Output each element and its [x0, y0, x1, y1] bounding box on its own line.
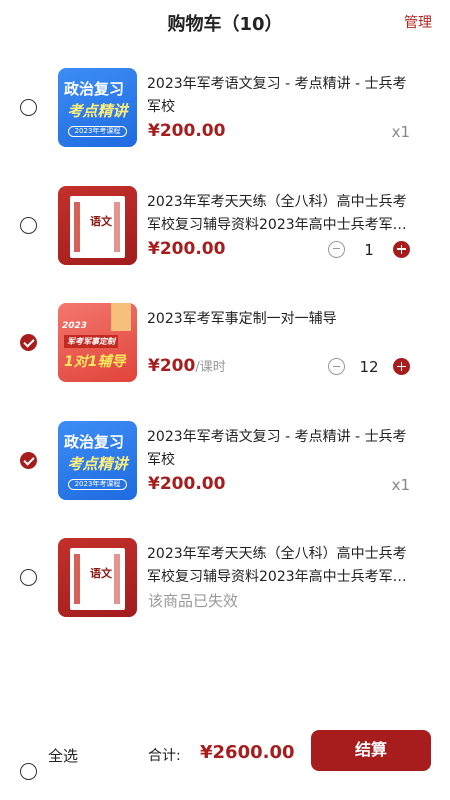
- product-name[interactable]: 2023年军考天天练（全八科）高中士兵考军校复习辅导资料2023年高中士兵考军校…: [147, 543, 417, 589]
- minus-icon[interactable]: [328, 240, 345, 258]
- quantity-label: x1: [391, 123, 410, 141]
- thumb-text-line3: 2023年考课程: [68, 478, 127, 490]
- quantity-stepper: 12: [328, 358, 410, 378]
- product-thumbnail[interactable]: 语文: [58, 185, 137, 265]
- item-checkbox[interactable]: [20, 334, 37, 351]
- product-name[interactable]: 2023年军考语文复习 - 考点精讲 - 士兵考军校: [147, 426, 417, 472]
- thumb-text-line1: 政治复习: [64, 80, 125, 98]
- item-checkbox[interactable]: [20, 569, 37, 586]
- checkout-button[interactable]: 结算: [311, 730, 431, 771]
- product-price: ¥200/课时: [148, 356, 226, 376]
- price-value: ¥200: [148, 356, 196, 376]
- thumb-text-line1: 政治复习: [64, 432, 125, 451]
- product-thumbnail[interactable]: 政治复习 考点精讲 2023年考课程: [58, 420, 137, 500]
- product-name[interactable]: 2023军考军事定制一对一辅导: [147, 308, 417, 331]
- select-all-label[interactable]: 全选: [48, 745, 78, 766]
- quantity-label: x1: [391, 475, 410, 494]
- quantity-value[interactable]: 12: [354, 358, 384, 376]
- plus-icon[interactable]: [393, 358, 410, 375]
- cart-item: 政治复习 考点精讲 2023年考课程 2023年军考语文复习 - 考点精讲 - …: [0, 409, 450, 527]
- plus-icon[interactable]: [393, 240, 410, 258]
- cart-item: 语文 2023年军考天天练（全八科）高中士兵考军校复习辅导资料2023年高中士兵…: [0, 526, 450, 644]
- cart-list: 政治复习 考点精讲 2023年考课程 2023年军考语文复习 - 考点精讲 - …: [0, 56, 450, 644]
- page-title: 购物车（10）: [167, 14, 283, 35]
- thumb-text-line2: 军考军事定制: [64, 335, 118, 348]
- product-name[interactable]: 2023年军考语文复习 - 考点精讲 - 士兵考军校: [147, 73, 417, 119]
- book-title: 语文: [90, 567, 112, 580]
- cart-item: 2023 军考军事定制 1对1辅导 2023军考军事定制一对一辅导 ¥200/课…: [0, 291, 450, 409]
- price-unit: /课时: [195, 360, 226, 375]
- quantity-stepper: 1: [328, 240, 410, 261]
- minus-icon[interactable]: [328, 358, 345, 375]
- book-cover-image: 语文: [70, 548, 125, 610]
- header-bar: 购物车（10） 管理: [0, 0, 450, 44]
- item-checkbox[interactable]: [20, 216, 37, 234]
- product-price: ¥200.00: [148, 238, 226, 259]
- thumb-text-line2: 考点精讲: [67, 102, 128, 120]
- select-all-checkbox[interactable]: [20, 763, 37, 780]
- product-thumbnail[interactable]: 语文: [58, 538, 137, 617]
- product-name[interactable]: 2023年军考天天练（全八科）高中士兵考军校复习辅导资料2023年高中士兵考军校…: [147, 191, 417, 237]
- cart-item: 政治复习 考点精讲 2023年考课程 2023年军考语文复习 - 考点精讲 - …: [0, 56, 450, 174]
- item-checkbox[interactable]: [20, 451, 37, 469]
- thumb-text-line2: 考点精讲: [67, 454, 128, 473]
- invalid-status: 该商品已失效: [148, 592, 239, 610]
- book-title: 语文: [90, 214, 112, 228]
- checkout-bar: 全选 合计: ¥2600.00 结算: [0, 730, 450, 800]
- total-label: 合计:: [148, 748, 181, 764]
- manage-button[interactable]: 管理: [404, 12, 432, 32]
- product-thumbnail[interactable]: 2023 军考军事定制 1对1辅导: [58, 303, 137, 382]
- thumb-text-line3: 2023年考课程: [68, 126, 127, 137]
- product-price: ¥200.00: [148, 121, 226, 141]
- cart-item: 语文 2023年军考天天练（全八科）高中士兵考军校复习辅导资料2023年高中士兵…: [0, 174, 450, 292]
- thumb-text-line3: 1对1辅导: [64, 354, 126, 370]
- thumb-text-line1: 2023: [62, 321, 88, 331]
- quantity-value[interactable]: 1: [354, 241, 384, 259]
- item-checkbox[interactable]: [20, 99, 37, 116]
- book-cover-image: 语文: [70, 195, 125, 258]
- total-amount: ¥2600.00: [200, 742, 295, 763]
- product-thumbnail[interactable]: 政治复习 考点精讲 2023年考课程: [58, 68, 137, 147]
- product-price: ¥200.00: [148, 473, 226, 494]
